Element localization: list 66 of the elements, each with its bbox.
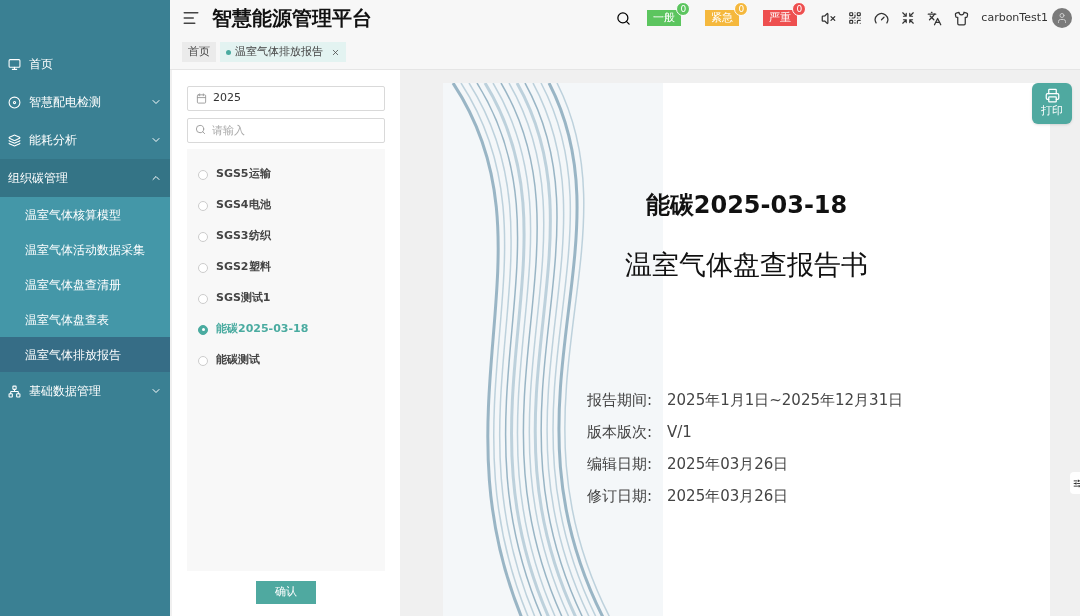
calendar-icon (196, 93, 207, 104)
printer-icon (1044, 87, 1060, 103)
submenu-item[interactable]: 温室气体排放报告 (0, 337, 170, 372)
field-value: 2025年03月26日 (667, 485, 789, 507)
layers-icon (8, 133, 21, 147)
radio-button[interactable] (198, 231, 208, 242)
submenu-item[interactable]: 温室气体盘查表 (0, 302, 170, 337)
gauge-icon[interactable] (874, 10, 890, 26)
field-label: 版本版次: (587, 421, 654, 443)
sidebar-item[interactable]: 组织碳管理 (0, 159, 170, 197)
menu-icon[interactable] (182, 9, 200, 27)
field-label: 编辑日期: (587, 453, 654, 475)
report-subtitle: 温室气体盘查报告书 (625, 248, 868, 282)
network-icon (8, 384, 21, 398)
page-tab[interactable]: 温室气体排放报告 (220, 42, 346, 62)
count-badge: 0 (676, 2, 691, 16)
sidebar-item[interactable]: 首页 (0, 45, 170, 83)
year-picker[interactable]: 2025 (187, 86, 385, 111)
page-tab[interactable]: 首页 (182, 42, 216, 62)
monitor-icon (8, 57, 21, 71)
report-title: 能碳2025-03-18 (645, 190, 848, 221)
settings-tab[interactable] (1070, 472, 1080, 494)
report-option[interactable]: 能碳2025-03-18 (187, 314, 385, 345)
field-label: 报告期间: (587, 389, 654, 411)
radio-button[interactable] (198, 324, 208, 335)
field-value: V/1 (667, 421, 692, 443)
confirm-button[interactable]: 确认 (256, 581, 316, 604)
field-value: 2025年03月26日 (667, 453, 789, 475)
radio-button[interactable] (198, 262, 208, 273)
submenu-item[interactable]: 温室气体盘查清册 (0, 267, 170, 302)
radio-button[interactable] (198, 355, 208, 366)
shrink-icon[interactable] (901, 11, 916, 25)
radio-button[interactable] (198, 169, 208, 180)
radio-button[interactable] (198, 293, 208, 304)
avatar[interactable] (1052, 8, 1072, 28)
report-option[interactable]: 能碳测试 (187, 345, 385, 376)
translate-icon[interactable] (927, 10, 943, 26)
report-option[interactable]: SGS5运输 (187, 159, 385, 190)
sidebar-item[interactable]: 智慧配电检测 (0, 83, 170, 121)
search-field[interactable]: 请输入 (187, 118, 385, 143)
report-option[interactable]: SGS4电池 (187, 190, 385, 221)
user-icon (1056, 12, 1068, 24)
field-label: 修订日期: (587, 485, 654, 507)
field-value: 2025年1月1日~2025年12月31日 (667, 389, 904, 411)
radio-button[interactable] (198, 200, 208, 211)
count-badge: 0 (792, 2, 807, 16)
report-option[interactable]: SGS2塑料 (187, 252, 385, 283)
sliders-icon (1072, 478, 1080, 488)
user-name[interactable]: carbonTest1 (981, 9, 1048, 27)
submenu-item[interactable]: 温室气体核算模型 (0, 197, 170, 232)
app-title: 智慧能源管理平台 (212, 5, 372, 32)
mute-icon[interactable] (821, 10, 837, 26)
report-option[interactable]: SGS测试1 (187, 283, 385, 314)
qr-code-icon[interactable] (848, 11, 863, 25)
close-icon[interactable] (331, 47, 340, 57)
sidebar-item[interactable]: 基础数据管理 (0, 372, 170, 410)
sidebar-item[interactable]: 能耗分析 (0, 121, 170, 159)
search-icon[interactable] (616, 10, 632, 26)
search-icon (195, 124, 206, 135)
alarm-tag[interactable]: 严重 (763, 10, 798, 26)
disc-icon (8, 95, 21, 109)
report-option[interactable]: SGS3纺织 (187, 221, 385, 252)
submenu-item[interactable]: 温室气体活动数据采集 (0, 232, 170, 267)
print-button[interactable]: 打印 (1032, 83, 1072, 124)
count-badge: 0 (734, 2, 749, 16)
shirt-icon[interactable] (954, 10, 970, 26)
